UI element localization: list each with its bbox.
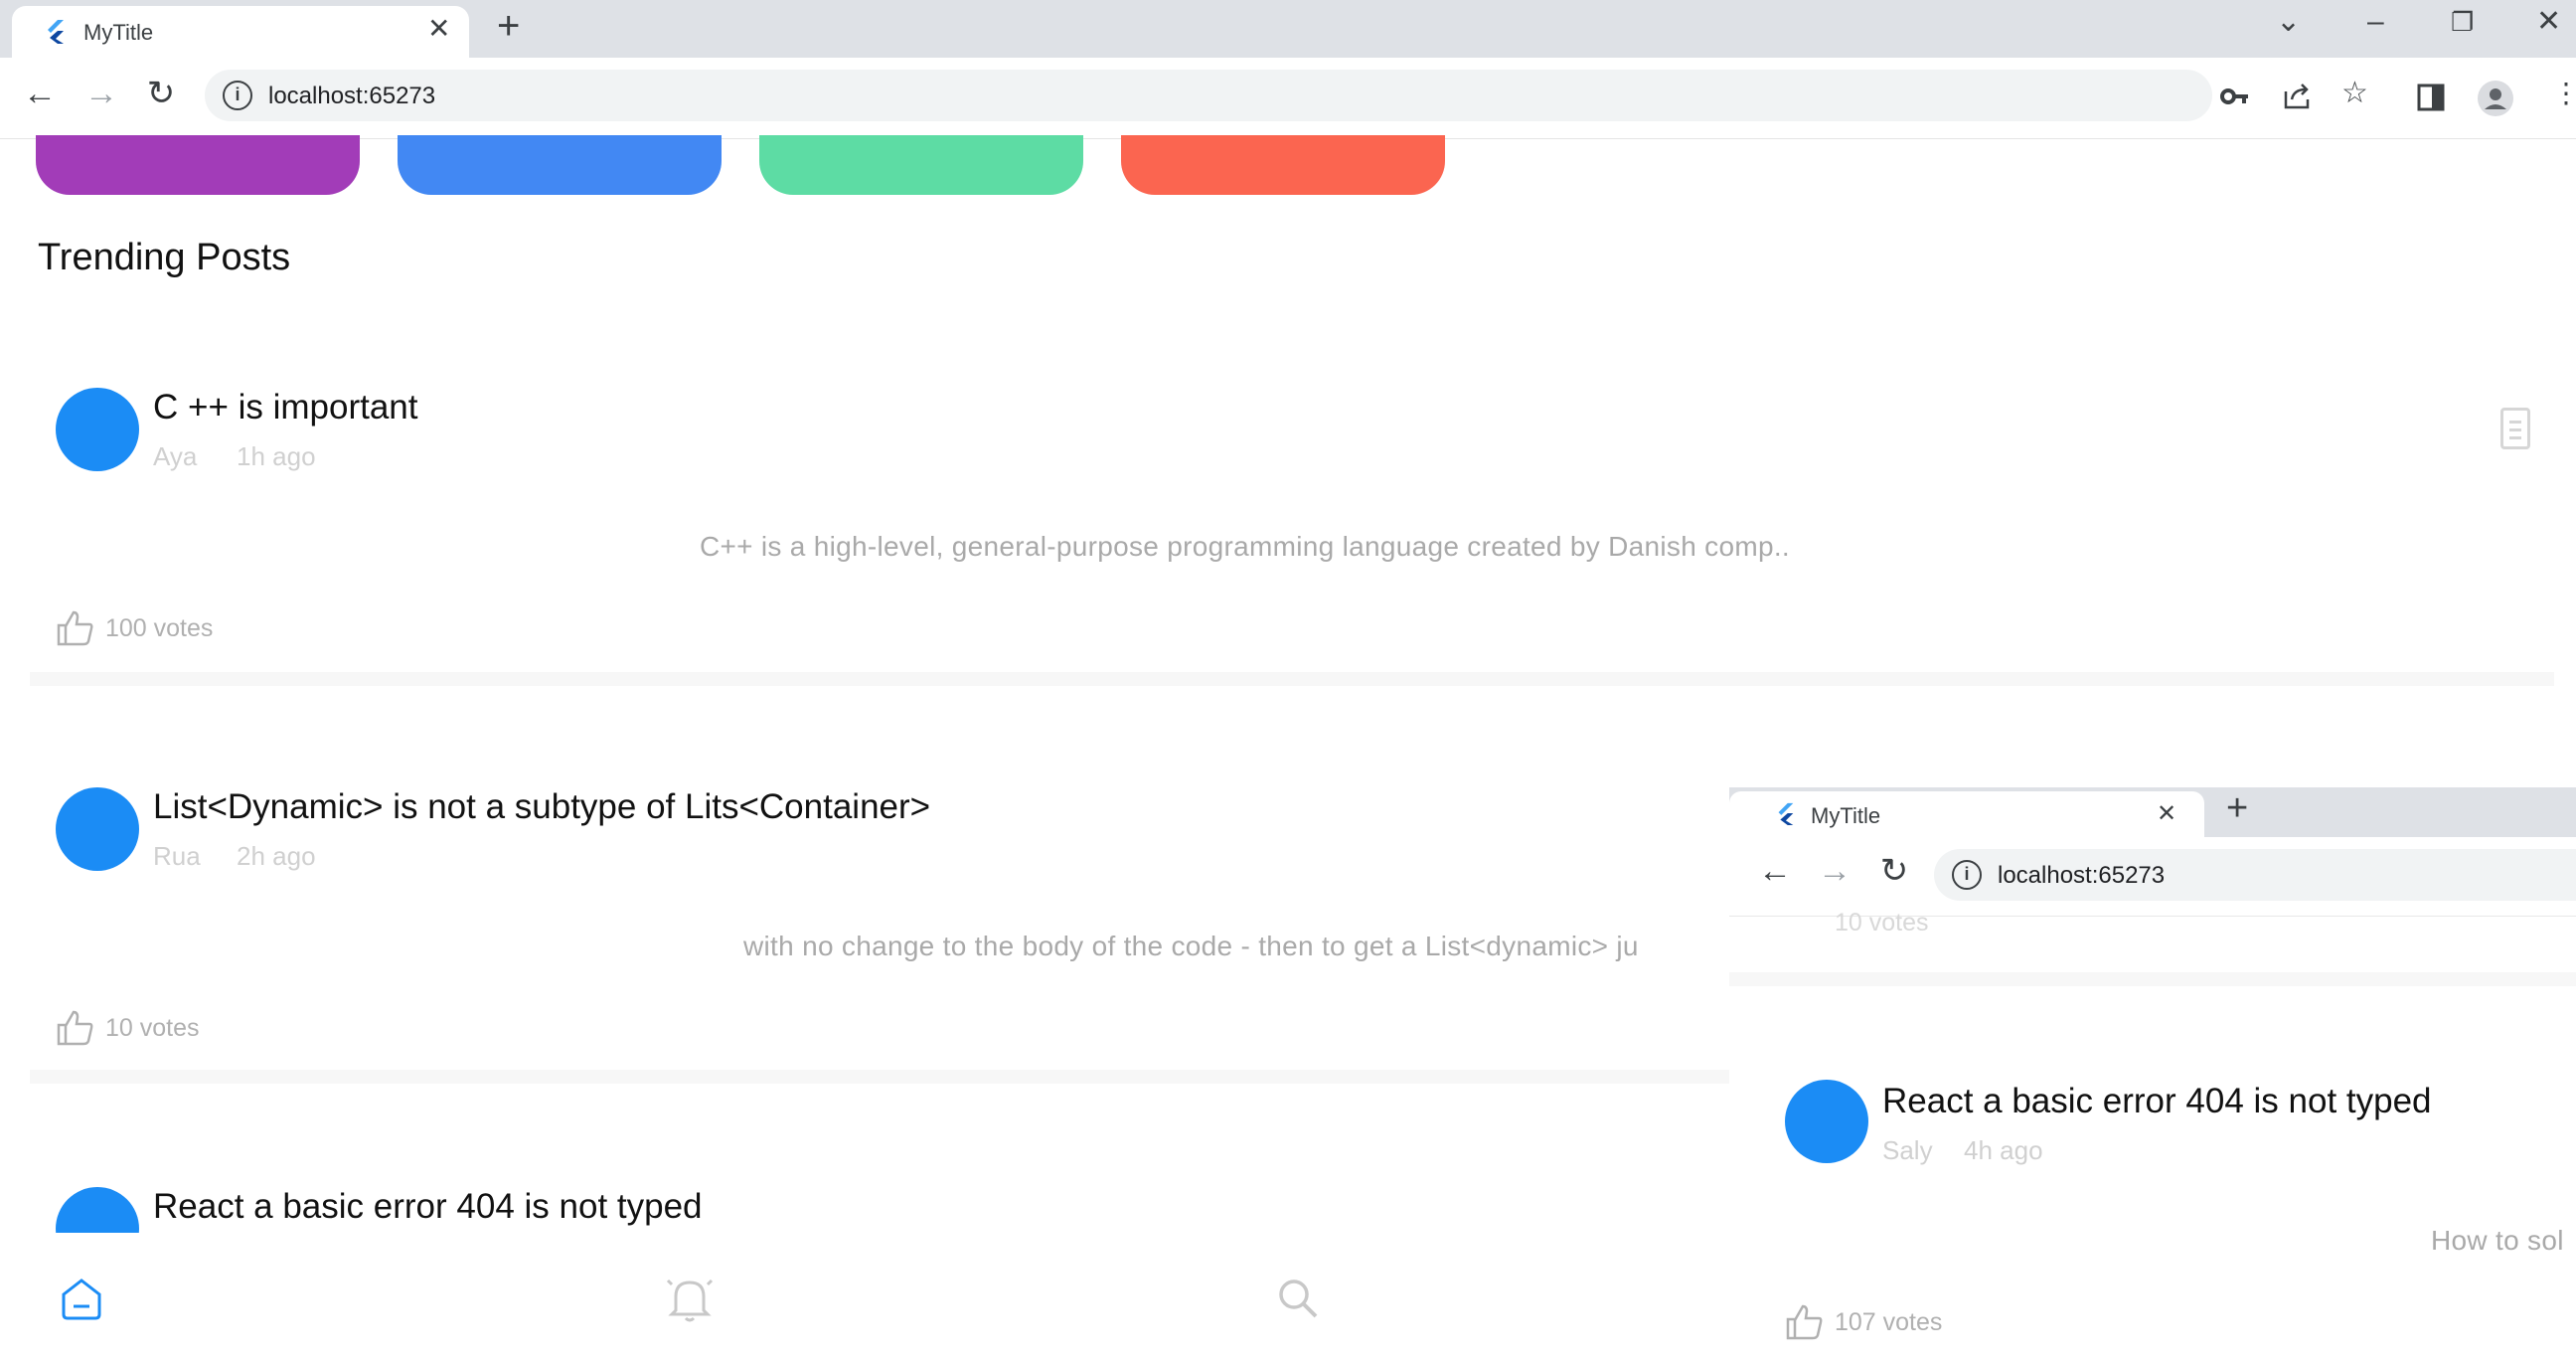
category-card-red[interactable]	[1121, 135, 1445, 195]
back-icon[interactable]: ←	[18, 72, 62, 115]
vote-count: 107 votes	[1835, 1308, 1943, 1336]
reload-icon[interactable]: ↻	[139, 72, 183, 115]
site-info-icon[interactable]: i	[1952, 860, 1982, 890]
post-divider	[30, 672, 2554, 686]
back-icon[interactable]: ←	[1753, 849, 1797, 893]
post-divider	[1729, 972, 2576, 986]
bell-icon[interactable]	[662, 1271, 718, 1326]
thumbs-up-icon[interactable]	[56, 608, 95, 648]
post-title[interactable]: React a basic error 404 is not typed	[1882, 1082, 2432, 1121]
post-title[interactable]: React a basic error 404 is not typed	[153, 1187, 703, 1227]
new-tab-button[interactable]: +	[497, 4, 520, 48]
menu-icon[interactable]: ⋮	[2552, 76, 2576, 111]
post-author: Aya	[153, 441, 198, 471]
post-time: 4h ago	[1964, 1135, 2043, 1165]
url-text[interactable]: localhost:65273	[268, 83, 435, 110]
minimize-icon[interactable]: –	[2367, 2, 2384, 42]
restore-icon[interactable]: ❐	[2451, 2, 2474, 42]
vote-count: 10 votes	[105, 1014, 200, 1042]
secondary-browser-window: MyTitle ✕ + ← → ↻ i localhost:65273 10 v…	[1729, 787, 2576, 1364]
thumbs-up-icon[interactable]	[56, 1008, 95, 1048]
forward-icon[interactable]: →	[1813, 849, 1856, 893]
browser-tab[interactable]: MyTitle ✕	[12, 6, 469, 58]
search-icon[interactable]	[1270, 1271, 1326, 1326]
home-icon[interactable]	[54, 1271, 109, 1326]
category-card-green[interactable]	[759, 135, 1083, 195]
close-window-icon[interactable]: ✕	[2536, 2, 2561, 42]
post-divider	[30, 1070, 1729, 1084]
category-card-purple[interactable]	[36, 135, 360, 195]
flutter-icon	[48, 20, 64, 44]
new-tab-button[interactable]: +	[2226, 787, 2248, 830]
section-title: Trending Posts	[38, 237, 291, 278]
flutter-icon	[1778, 802, 1794, 825]
url-text[interactable]: localhost:65273	[1998, 862, 2165, 890]
site-info-icon[interactable]: i	[223, 81, 252, 110]
vote-count: 10 votes	[1835, 909, 1929, 937]
bookmark-icon[interactable]	[2500, 408, 2530, 449]
address-bar[interactable]: i localhost:65273	[1934, 849, 2576, 901]
browser-toolbar: ← → ↻ i localhost:65273	[1729, 837, 2576, 917]
avatar[interactable]	[56, 787, 139, 871]
post-title[interactable]: C ++ is important	[153, 388, 418, 427]
profile-icon[interactable]	[2477, 80, 2514, 117]
close-tab-icon[interactable]: ✕	[427, 14, 450, 44]
bottom-navigation	[0, 1233, 1734, 1364]
browser-tab[interactable]: MyTitle ✕	[1729, 791, 2204, 837]
address-bar[interactable]: i localhost:65273	[205, 70, 2212, 121]
key-icon[interactable]	[2220, 84, 2250, 109]
post-author: Rua	[153, 841, 201, 871]
avatar[interactable]	[1785, 1080, 1868, 1163]
post-title[interactable]: List<Dynamic> is not a subtype of Lits<C…	[153, 787, 930, 827]
tab-search-icon[interactable]: ⌄	[2276, 2, 2301, 42]
sidebar-icon[interactable]	[2417, 84, 2445, 111]
forward-icon[interactable]: →	[80, 72, 123, 115]
category-card-blue[interactable]	[398, 135, 722, 195]
thumbs-up-icon[interactable]	[1785, 1302, 1825, 1342]
post-excerpt: How to sol	[2431, 1225, 2564, 1256]
post-time: 1h ago	[237, 441, 316, 471]
tab-strip: MyTitle ✕ + ⌄ – ❐ ✕	[0, 0, 2576, 58]
vote-count: 100 votes	[105, 614, 214, 642]
tab-title: MyTitle	[83, 20, 154, 45]
browser-toolbar: ← → ↻ i localhost:65273 ☆ ⋮	[0, 58, 2576, 139]
post-excerpt: with no change to the body of the code -…	[743, 931, 1639, 961]
tab-strip: MyTitle ✕ +	[1729, 787, 2576, 837]
tab-title: MyTitle	[1811, 803, 1881, 828]
reload-icon[interactable]: ↻	[1872, 849, 1916, 893]
close-tab-icon[interactable]: ✕	[2157, 799, 2176, 828]
post-author: Saly	[1882, 1135, 1933, 1165]
post-time: 2h ago	[237, 841, 316, 871]
post-excerpt: C++ is a high-level, general-purpose pro…	[700, 531, 1790, 562]
avatar[interactable]	[56, 388, 139, 471]
star-icon[interactable]: ☆	[2341, 76, 2368, 111]
share-icon[interactable]	[2282, 80, 2314, 111]
